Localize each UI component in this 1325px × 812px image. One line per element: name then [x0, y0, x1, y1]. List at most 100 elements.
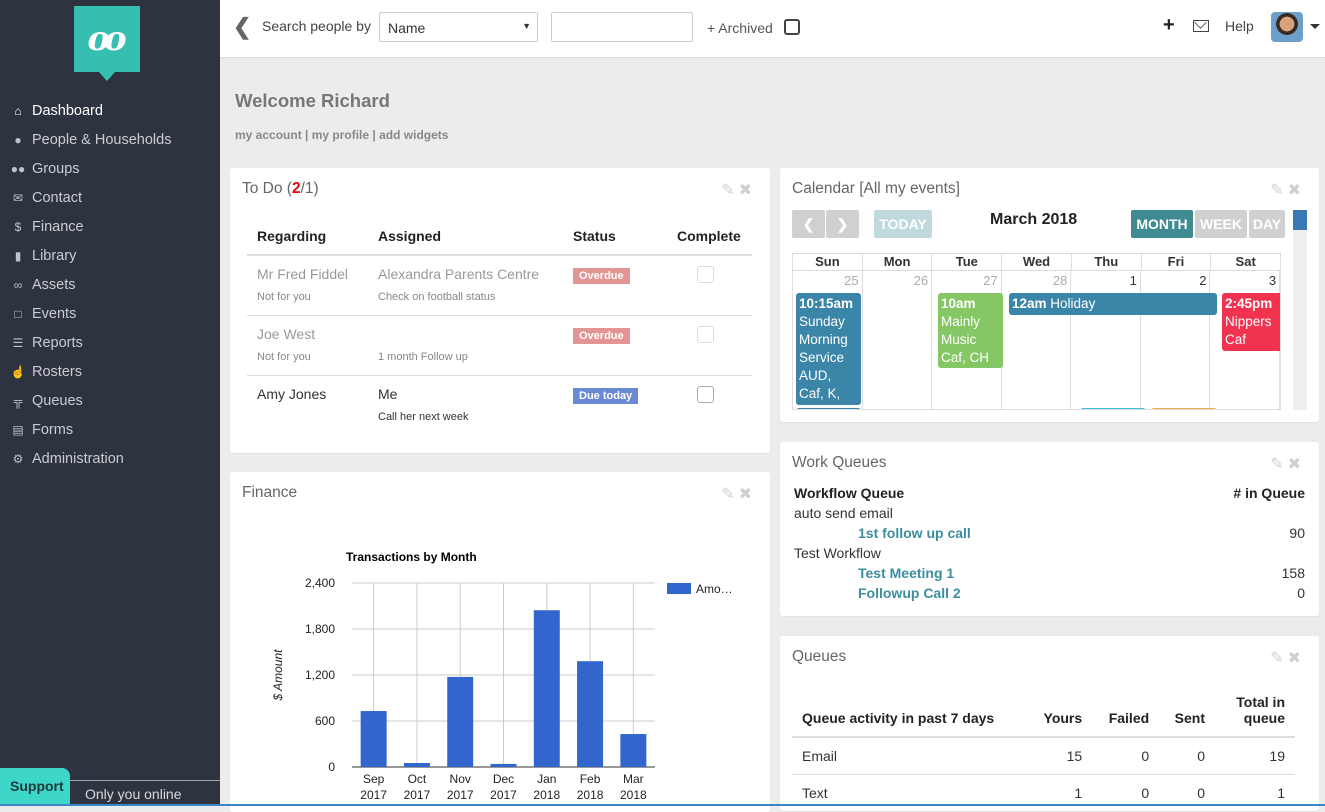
user-avatar[interactable]	[1271, 12, 1303, 42]
help-link[interactable]: Help	[1225, 18, 1254, 34]
close-icon[interactable]: ✖	[739, 182, 756, 199]
calendar-event[interactable]: 10am Mainly Music Caf, CH	[938, 293, 1003, 368]
calendar-scrollbar[interactable]	[1293, 210, 1307, 410]
calendar-event[interactable]: 2:45pm Nippers Caf	[1222, 293, 1280, 351]
bar-feb-2018	[577, 661, 604, 767]
close-icon[interactable]: ✖	[1288, 182, 1305, 199]
calendar-day-cell[interactable]: 28	[1002, 271, 1072, 409]
queue-link[interactable]: Followup Call 2	[794, 585, 961, 601]
add-icon[interactable]: +	[1163, 14, 1175, 37]
sidebar-item-finance[interactable]: $ Finance	[0, 212, 220, 241]
edit-icon[interactable]: ✎	[1270, 650, 1287, 667]
sidebar-item-library[interactable]: ▮ Library	[0, 241, 220, 270]
complete-checkbox[interactable]	[697, 266, 714, 283]
search-by-select[interactable]: Name ▼	[379, 12, 538, 42]
status-badge: Overdue	[573, 327, 630, 344]
widget-tools: ✎✖	[1270, 454, 1305, 474]
week-view-button[interactable]: WEEK	[1195, 210, 1247, 238]
calendar-day-cell[interactable]: 26	[863, 271, 933, 409]
queue-link[interactable]: 1st follow up call	[794, 525, 971, 541]
scrollbar-thumb[interactable]	[1293, 210, 1307, 230]
day-number: 3	[1268, 273, 1277, 288]
status-badge: Due today	[573, 387, 639, 404]
edit-icon[interactable]: ✎	[1270, 456, 1287, 473]
todo-regarding[interactable]: Mr Fred Fiddel	[247, 255, 368, 287]
today-button[interactable]: TODAY	[874, 210, 932, 238]
calendar-event[interactable]: 12am Holiday	[1009, 293, 1217, 315]
complete-checkbox[interactable]	[697, 385, 714, 403]
queue-link[interactable]: Test Meeting 1	[794, 565, 954, 581]
user-icon: ●	[14, 132, 22, 147]
todo-row[interactable]: Amy Jones Me Due today	[247, 375, 752, 407]
todo-regarding[interactable]: Amy Jones	[247, 375, 368, 407]
col-complete: Complete	[667, 218, 752, 256]
close-icon[interactable]: ✖	[1288, 456, 1305, 473]
calendar-event-more[interactable]	[1151, 408, 1217, 409]
todo-regarding[interactable]: Joe West	[247, 315, 368, 347]
calendar-event-more[interactable]	[796, 408, 861, 409]
todo-assigned: Alexandra Parents Centre	[378, 266, 540, 282]
sidebar-item-label: Events	[32, 305, 77, 322]
calendar-event[interactable]: 10:15am Sunday Morning Service AUD, Caf, …	[796, 293, 861, 409]
widget-tools: ✎✖	[1270, 648, 1305, 668]
mail-icon[interactable]	[1193, 20, 1209, 32]
sidebar-item-rosters[interactable]: ☝ Rosters	[0, 357, 220, 386]
sidebar-item-assets[interactable]: ∞ Assets	[0, 270, 220, 299]
sidebar-item-dashboard[interactable]: ⌂ Dashboard	[0, 96, 220, 125]
sidebar-nav: ⌂ Dashboard ● People & Households ●● Groups ✉ C…	[0, 96, 220, 473]
todo-note: Check on football status	[368, 287, 563, 316]
dollar-icon: $	[14, 219, 22, 234]
calendar-day-cell[interactable]: 1	[1071, 271, 1141, 409]
y-tick-label: 1,200	[305, 668, 335, 682]
home-icon: ⌂	[14, 103, 22, 118]
sidebar-item-people-households[interactable]: ● People & Households	[0, 125, 220, 154]
complete-checkbox[interactable]	[697, 325, 714, 343]
search-label: Search people by	[262, 18, 371, 34]
support-button[interactable]: Support	[0, 768, 70, 806]
collapse-sidebar-icon[interactable]: ❮	[233, 14, 251, 40]
calendar-event-more[interactable]	[1080, 408, 1146, 409]
todo-row[interactable]: Joe West Overdue	[247, 315, 752, 347]
calendar-day-cell[interactable]: 2	[1141, 271, 1211, 409]
sidebar-item-groups[interactable]: ●● Groups	[0, 154, 220, 183]
sidebar-item-events[interactable]: □ Events	[0, 299, 220, 328]
archived-checkbox[interactable]	[784, 19, 800, 35]
sidebar-item-contact[interactable]: ✉ Contact	[0, 183, 220, 212]
todo-table: Regarding Assigned Status Complete Mr Fr…	[247, 218, 752, 435]
edit-icon[interactable]: ✎	[1270, 182, 1287, 199]
calendar-month-label: March 2018	[990, 211, 1078, 228]
calendar-widget: Calendar [All my events] ✎✖ ❮ ❯ TODAY Ma…	[780, 168, 1319, 422]
next-month-button[interactable]: ❯	[826, 210, 859, 238]
queues-cell: 0	[1092, 737, 1160, 775]
month-view-button[interactable]: MONTH	[1131, 210, 1193, 238]
prev-month-button[interactable]: ❮	[792, 210, 825, 238]
sidebar-item-queues[interactable]: ╦ Queues	[0, 386, 220, 415]
todo-row-note: Not for you Check on football status	[247, 287, 752, 316]
queue-row: Test Meeting 1 158	[794, 565, 1305, 581]
online-status[interactable]: Only you online	[70, 780, 220, 806]
app-logo[interactable]: oo	[74, 6, 140, 81]
my-profile-link[interactable]: my profile	[312, 128, 369, 142]
bar-jan-2018	[533, 610, 560, 767]
bar-nov-2017	[447, 676, 474, 767]
signpost-icon: ╦	[13, 393, 23, 408]
weekday-header: Wed	[1002, 254, 1072, 270]
close-icon[interactable]: ✖	[1288, 650, 1305, 667]
queues-col-header: Yours	[1027, 681, 1093, 738]
day-view-button[interactable]: DAY	[1249, 210, 1285, 238]
y-tick-label: 600	[315, 714, 335, 728]
search-input[interactable]	[551, 12, 693, 42]
edit-icon[interactable]: ✎	[721, 182, 738, 199]
sidebar-item-forms[interactable]: ▤ Forms	[0, 415, 220, 444]
add-widgets-link[interactable]: add widgets	[379, 128, 448, 142]
todo-row[interactable]: Mr Fred Fiddel Alexandra Parents Centre Ov…	[247, 255, 752, 287]
sidebar-item-administration[interactable]: ⚙ Administration	[0, 444, 220, 473]
user-menu-caret-icon[interactable]	[1310, 24, 1320, 29]
sidebar-item-reports[interactable]: ☰ Reports	[0, 328, 220, 357]
sidebar-item-label: Forms	[32, 421, 74, 438]
weekday-header: Sat	[1235, 254, 1256, 269]
top-bar: ❮ Search people by Name ▼ + Archived + He…	[220, 0, 1325, 58]
todo-note-left: Not for you	[247, 287, 368, 316]
y-tick-label: 0	[328, 760, 335, 774]
my-account-link[interactable]: my account	[235, 128, 302, 142]
